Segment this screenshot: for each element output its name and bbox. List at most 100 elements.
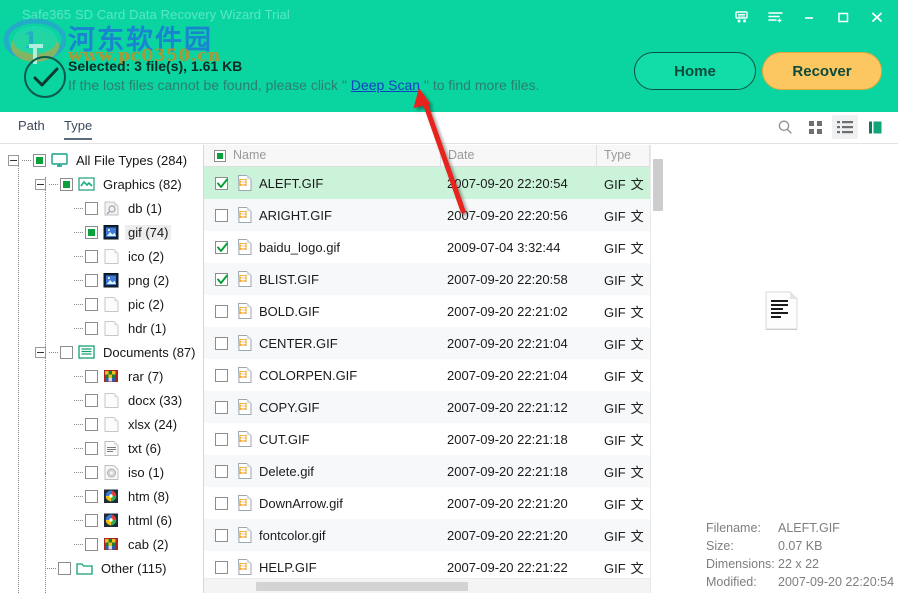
- file-type-tree[interactable]: All File Types (284) Graphics (82)db (1)g…: [0, 145, 204, 593]
- table-row[interactable]: DownArrow.gif2007-09-20 22:21:20GIF文: [204, 487, 664, 519]
- cart-icon[interactable]: [724, 3, 758, 31]
- table-row[interactable]: Delete.gif2007-09-20 22:21:18GIF文: [204, 455, 664, 487]
- tree-item-txt[interactable]: txt (6): [0, 436, 203, 460]
- column-header-name[interactable]: Name: [233, 148, 266, 162]
- column-header-type[interactable]: Type: [604, 148, 631, 162]
- tree-item-checkbox[interactable]: [33, 154, 46, 167]
- tree-item-checkbox[interactable]: [60, 178, 73, 191]
- tree-item-documents[interactable]: Documents (87): [0, 340, 203, 364]
- tree-item-checkbox[interactable]: [85, 298, 98, 311]
- minimize-icon[interactable]: [792, 3, 826, 31]
- table-row[interactable]: COPY.GIF2007-09-20 22:21:12GIF文: [204, 391, 664, 423]
- tree-item-xlsx[interactable]: xlsx (24): [0, 412, 203, 436]
- horizontal-scroll-thumb[interactable]: [256, 582, 468, 591]
- tree-item-checkbox[interactable]: [58, 562, 71, 575]
- tree-item-checkbox[interactable]: [85, 322, 98, 335]
- tree-item-checkbox[interactable]: [85, 202, 98, 215]
- row-checkbox[interactable]: [215, 209, 228, 222]
- table-row[interactable]: BOLD.GIF2007-09-20 22:21:02GIF文: [204, 295, 664, 327]
- tree-body: All File Types (284) Graphics (82)db (1)g…: [0, 148, 203, 580]
- tree-item-checkbox[interactable]: [85, 442, 98, 455]
- tree-item-pic[interactable]: pic (2): [0, 292, 203, 316]
- tab-type[interactable]: Type: [64, 118, 92, 140]
- row-checkbox[interactable]: [215, 561, 228, 574]
- tree-collapse-toggle[interactable]: [8, 155, 19, 166]
- maximize-icon[interactable]: [826, 3, 860, 31]
- column-divider[interactable]: [596, 145, 597, 167]
- tree-item-label: rar (7): [125, 369, 166, 384]
- tree-item-label: All File Types (284): [73, 153, 190, 168]
- column-header-date[interactable]: Date: [448, 148, 474, 162]
- tree-item-hdr[interactable]: hdr (1): [0, 316, 203, 340]
- tree-item-label: htm (8): [125, 489, 172, 504]
- close-icon[interactable]: [860, 3, 894, 31]
- row-checkbox[interactable]: [215, 273, 228, 286]
- tree-item-checkbox[interactable]: [85, 274, 98, 287]
- tree-item-rar[interactable]: rar (7): [0, 364, 203, 388]
- tree-item-checkbox[interactable]: [85, 370, 98, 383]
- tree-item-checkbox[interactable]: [85, 538, 98, 551]
- table-row[interactable]: ARIGHT.GIF2007-09-20 22:20:56GIF文: [204, 199, 664, 231]
- row-checkbox[interactable]: [215, 177, 228, 190]
- row-checkbox[interactable]: [215, 401, 228, 414]
- file-list-vertical-scrollbar[interactable]: [650, 145, 664, 593]
- tree-item-checkbox[interactable]: [85, 250, 98, 263]
- tree-item-checkbox[interactable]: [85, 466, 98, 479]
- tree-item-checkbox[interactable]: [60, 346, 73, 359]
- table-row[interactable]: fontcolor.gif2007-09-20 22:21:20GIF文: [204, 519, 664, 551]
- file-list[interactable]: Name Date Type ALEFT.GIF2007-09-20 22:20…: [204, 145, 664, 593]
- tree-item-ico[interactable]: ico (2): [0, 244, 203, 268]
- row-checkbox[interactable]: [215, 337, 228, 350]
- vertical-scroll-thumb[interactable]: [653, 159, 663, 211]
- search-icon[interactable]: [772, 115, 798, 139]
- select-all-checkbox[interactable]: [214, 150, 226, 162]
- recover-button[interactable]: Recover: [762, 52, 882, 90]
- row-checkbox[interactable]: [215, 241, 228, 254]
- list-view-icon[interactable]: [832, 115, 858, 139]
- tree-item-checkbox[interactable]: [85, 226, 98, 239]
- disc-icon: [103, 465, 120, 480]
- tree-item-png[interactable]: png (2): [0, 268, 203, 292]
- table-row[interactable]: baidu_logo.gif2009-07-04 3:32:44GIF文: [204, 231, 664, 263]
- tree-item-other[interactable]: Other (115): [0, 556, 203, 580]
- preview-pane-icon[interactable]: [862, 115, 888, 139]
- table-row[interactable]: ALEFT.GIF2007-09-20 22:20:54GIF文: [204, 167, 664, 199]
- tree-item-docx[interactable]: docx (33): [0, 388, 203, 412]
- tree-item-html[interactable]: html (6): [0, 508, 203, 532]
- table-row[interactable]: BLIST.GIF2007-09-20 22:20:58GIF文: [204, 263, 664, 295]
- home-button[interactable]: Home: [634, 52, 756, 90]
- preview-label-dimensions: Dimensions:: [706, 555, 778, 573]
- grid-view-icon[interactable]: [802, 115, 828, 139]
- row-checkbox[interactable]: [215, 497, 228, 510]
- deep-scan-link[interactable]: Deep Scan: [351, 77, 420, 93]
- row-checkbox[interactable]: [215, 433, 228, 446]
- table-row[interactable]: CENTER.GIF2007-09-20 22:21:04GIF文: [204, 327, 664, 359]
- tree-item-gif[interactable]: gif (74): [0, 220, 203, 244]
- menu-icon[interactable]: [758, 3, 792, 31]
- table-row[interactable]: COLORPEN.GIF2007-09-20 22:21:04GIF文: [204, 359, 664, 391]
- tree-item-checkbox[interactable]: [85, 418, 98, 431]
- tree-item-db[interactable]: db (1): [0, 196, 203, 220]
- tree-item-checkbox[interactable]: [85, 394, 98, 407]
- tree-item-graphics[interactable]: Graphics (82): [0, 172, 203, 196]
- row-checkbox[interactable]: [215, 529, 228, 542]
- tree-collapse-toggle[interactable]: [35, 179, 46, 190]
- row-checkbox[interactable]: [215, 369, 228, 382]
- tree-item-htm[interactable]: htm (8): [0, 484, 203, 508]
- preview-row-size: Size: 0.07 KB: [706, 537, 894, 555]
- file-type-cjk-text: 文: [631, 210, 644, 225]
- tree-item-all[interactable]: All File Types (284): [0, 148, 203, 172]
- file-list-horizontal-scrollbar[interactable]: [204, 578, 650, 593]
- column-divider[interactable]: [440, 145, 441, 167]
- tree-dot-connector: [47, 568, 56, 569]
- tab-path[interactable]: Path: [18, 118, 45, 138]
- tree-collapse-toggle[interactable]: [35, 347, 46, 358]
- tree-item-checkbox[interactable]: [85, 514, 98, 527]
- row-checkbox[interactable]: [215, 305, 228, 318]
- tree-item-cab[interactable]: cab (2): [0, 532, 203, 556]
- tree-item-iso[interactable]: iso (1): [0, 460, 203, 484]
- tree-item-checkbox[interactable]: [85, 490, 98, 503]
- file-type-cell: GIF文: [604, 174, 644, 193]
- table-row[interactable]: CUT.GIF2007-09-20 22:21:18GIF文: [204, 423, 664, 455]
- row-checkbox[interactable]: [215, 465, 228, 478]
